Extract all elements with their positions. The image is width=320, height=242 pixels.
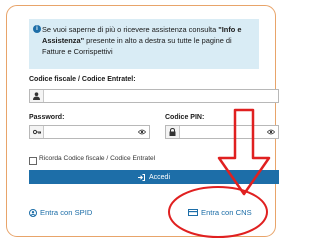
card-icon	[188, 209, 198, 216]
eye-icon[interactable]	[267, 128, 275, 136]
lock-icon	[166, 126, 180, 138]
password-input[interactable]	[29, 125, 150, 139]
info-box: i Se vuoi saperne di più o ricevere assi…	[29, 19, 259, 69]
user-icon	[30, 90, 44, 102]
spid-label: Entra con SPID	[40, 208, 93, 217]
spid-link[interactable]: Entra con SPID	[29, 208, 92, 217]
eye-icon[interactable]	[138, 128, 146, 136]
cns-label: Entra con CNS	[201, 208, 252, 217]
codice-label: Codice fiscale / Codice Entratel:	[29, 76, 136, 83]
cns-link[interactable]: Entra con CNS	[188, 208, 252, 217]
accedi-label: Accedi	[148, 173, 170, 181]
info-text-1: Se vuoi saperne di più o ricevere assist…	[42, 25, 219, 34]
password-label: Password:	[29, 114, 65, 121]
key-icon	[30, 126, 44, 138]
pin-input[interactable]	[165, 125, 279, 139]
login-icon	[137, 173, 145, 181]
accedi-button[interactable]: Accedi	[29, 170, 279, 184]
pin-label: Codice PIN:	[165, 114, 205, 121]
remember-label: Ricorda Codice fiscale / Codice Entratel	[39, 155, 156, 162]
user-circle-icon	[29, 208, 37, 217]
codice-input[interactable]	[29, 89, 279, 103]
info-icon: i	[33, 25, 41, 33]
remember-checkbox[interactable]	[29, 157, 37, 165]
